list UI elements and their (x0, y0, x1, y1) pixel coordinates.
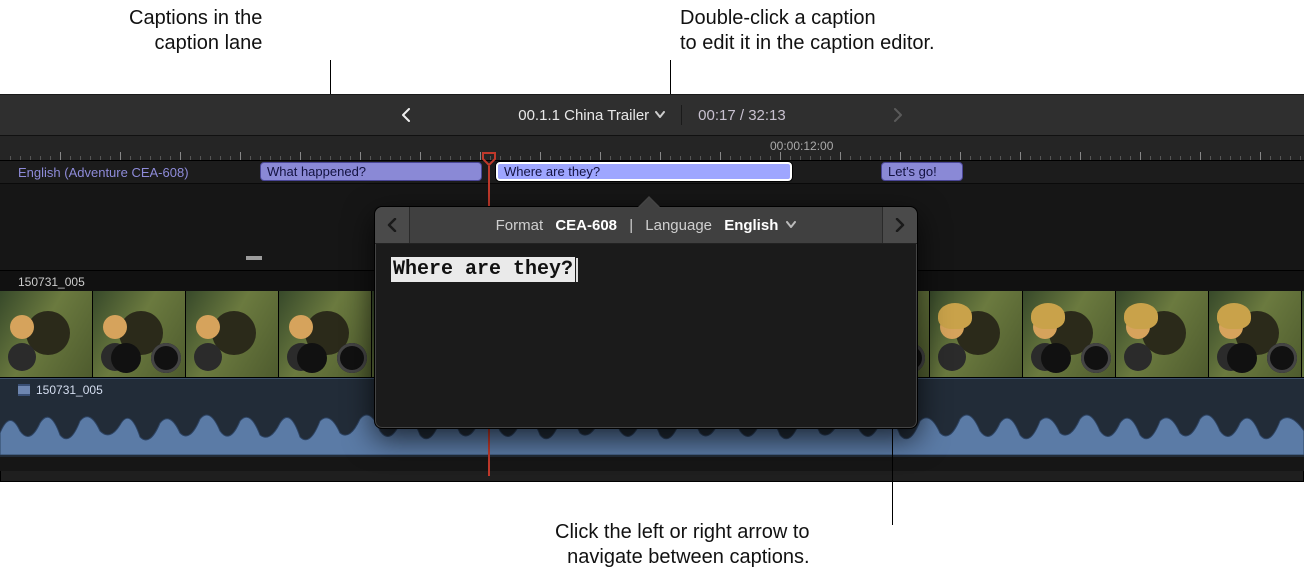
caption-editor-body[interactable]: Where are they? (375, 244, 917, 428)
project-name-label: 00.1.1 China Trailer (518, 107, 649, 124)
caption-clip-selected[interactable]: Where are they? (496, 162, 792, 181)
audio-clip-label: 150731_005 (18, 383, 103, 397)
caption-text-input[interactable]: Where are they? (391, 257, 575, 282)
caption-clip-text: Let's go! (888, 164, 937, 179)
caption-prev-button[interactable] (375, 207, 410, 243)
timeline-titlebar: 00.1.1 China Trailer 00:17 / 32:13 (0, 94, 1304, 136)
caption-next-button[interactable] (882, 207, 917, 243)
audio-clip-label-text: 150731_005 (36, 383, 103, 397)
ruler-time-label: 00:00:12:00 (770, 139, 833, 153)
chevron-down-icon (786, 221, 796, 229)
connection-anchor (246, 256, 262, 260)
caption-clip-text: Where are they? (504, 164, 600, 179)
callout-double-click: Double-click a caption to edit it in the… (680, 6, 935, 56)
callout-captions-in-lane: Captions in the caption lane (129, 6, 262, 56)
format-label: Format (496, 217, 544, 234)
language-value: English (724, 217, 778, 234)
titlebar-divider (681, 105, 682, 125)
history-back-button[interactable] (396, 105, 416, 125)
caption-clip[interactable]: What happened? (260, 162, 482, 181)
chevron-left-icon (387, 218, 397, 232)
meta-separator: | (629, 217, 633, 234)
timeline-ruler[interactable]: 00:00:12:00 (0, 136, 1304, 161)
caption-format-language-dropdown[interactable]: Format CEA-608 | Language English (410, 207, 882, 243)
project-name-dropdown[interactable]: 00.1.1 China Trailer (518, 107, 665, 124)
chevron-right-icon (895, 218, 905, 232)
caption-lane: English (Adventure CEA-608) What happene… (0, 161, 1304, 184)
chevron-down-icon (655, 111, 665, 119)
caption-clip-text: What happened? (267, 164, 366, 179)
format-value: CEA-608 (555, 217, 617, 234)
timecode-display: 00:17 / 32:13 (698, 107, 786, 124)
history-forward-button (888, 105, 908, 125)
caption-clip[interactable]: Let's go! (881, 162, 963, 181)
caption-editor-popover: Format CEA-608 | Language English Where … (374, 206, 918, 429)
chevron-left-icon (401, 108, 411, 122)
language-label: Language (645, 217, 712, 234)
callout-nav-arrows: Click the left or right arrow to navigat… (555, 520, 810, 570)
text-caret (576, 258, 578, 282)
filmstrip-icon (18, 384, 30, 396)
caption-editor-header: Format CEA-608 | Language English (375, 207, 917, 244)
caption-lane-label: English (Adventure CEA-608) (18, 161, 189, 183)
timeline-bottom-pad (0, 457, 1304, 471)
chevron-right-icon (893, 108, 903, 122)
video-clip-label: 150731_005 (18, 275, 85, 289)
